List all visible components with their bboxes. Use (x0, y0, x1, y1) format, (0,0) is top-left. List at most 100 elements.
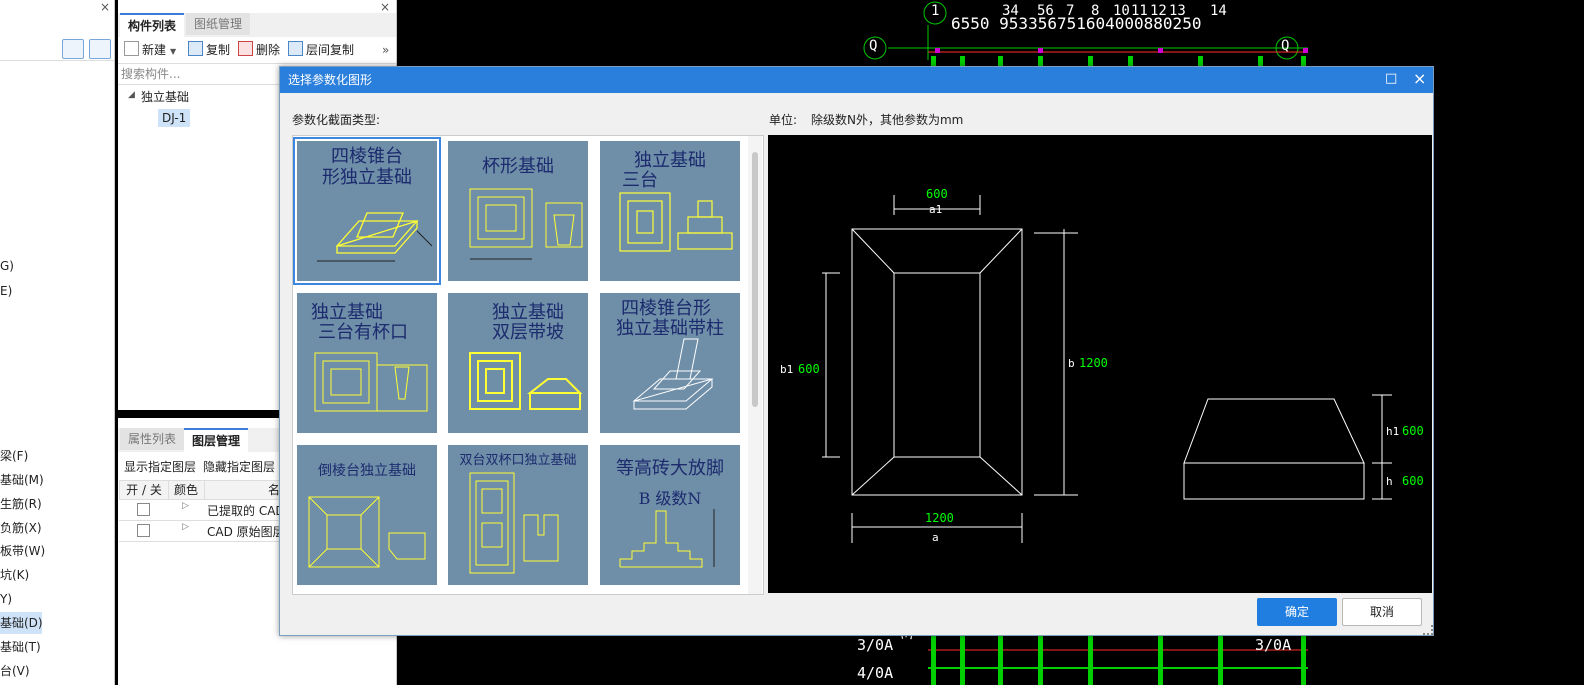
tree-root-isolated-foundation[interactable]: 独立基础 (141, 88, 189, 105)
nav-item-y[interactable]: Y) (0, 588, 12, 610)
cad-axis-label-10: 10 (1113, 3, 1130, 19)
layer-copy-button-label: 层间复制 (306, 43, 355, 57)
preview-h-value: 600 (1402, 474, 1424, 488)
preview-a-value: 1200 (925, 511, 954, 525)
thumbnail-title-line2: 双层带坡 (492, 322, 564, 343)
preview-a-label: a (932, 531, 939, 544)
dialog-title-bar[interactable]: 选择参数化图形 (280, 67, 1433, 93)
hide-layer-button[interactable]: 隐藏指定图层 (203, 458, 275, 475)
unit-description: 除级数N外，其他参数为mm (811, 113, 964, 127)
tree-expand-icon[interactable]: ◢ (128, 90, 135, 100)
cad-axis-label-1: 1 (931, 3, 940, 19)
copy-button[interactable]: 复制 (188, 40, 230, 60)
preview-a1-label: a1 (929, 203, 943, 216)
cad-axis-label-13: 13 (1169, 3, 1186, 19)
thumbnail-title-line1: 独立基础 (634, 150, 706, 171)
thumbnail-title-line2: 独立基础带柱 (616, 318, 724, 339)
thumbnail-title-line1: 四棱锥台 (331, 146, 403, 167)
thumbnail-title-line2: 三台有杯口 (318, 322, 408, 343)
shape-thumbnail-brick-footing[interactable]: 等高砖大放脚 B 级数N (600, 445, 740, 585)
list-view-icon[interactable] (62, 39, 84, 59)
cad-bottom-label-2: 4/0A (857, 664, 894, 682)
shape-thumbnail-three-tier-foundation[interactable]: 独立基础 三台 (600, 141, 740, 281)
thumbnail-title-line2: 三台 (622, 170, 658, 191)
nav-item-foundation-t[interactable]: 基础(T) (0, 636, 41, 658)
cad-axis-label-7: 7 (1066, 3, 1075, 19)
cad-q-label-right: Q (1281, 38, 1290, 54)
column-toggle: 开 / 关 (120, 481, 169, 499)
thumbnail-title-line1: 双台双杯口独立基础 (459, 453, 577, 468)
nav-item-pit[interactable]: 坑(K) (0, 564, 29, 586)
shape-thumbnail-three-tier-cup-foundation[interactable]: 独立基础 三台有杯口 (297, 293, 437, 433)
cad-axis-label-11: 11 (1131, 3, 1148, 19)
preview-b1-value: 600 (798, 362, 820, 376)
nav-item-e[interactable]: E) (0, 280, 12, 302)
preview-b-value: 1200 (1079, 356, 1108, 370)
toolbar-more-icon[interactable]: » (382, 40, 389, 60)
shape-thumbnail-inverted-frustum-foundation[interactable]: 倒棱台独立基础 (297, 445, 437, 585)
preview-h1-value: 600 (1402, 424, 1424, 438)
new-button[interactable]: 新建 ▼ (124, 40, 176, 60)
copy-icon (188, 41, 203, 56)
cad-axis-label-34: 34 (1002, 3, 1019, 19)
gallery-scrollbar-thumb[interactable] (752, 152, 758, 407)
preview-h-label: h (1386, 475, 1393, 488)
tab-layer-management[interactable]: 图层管理 (184, 428, 249, 452)
module-nav-panel: × G) E) 梁(F) 基础(M) 生筋(R) 负筋(X) 板带(W) 坑(K… (0, 0, 115, 685)
nav-item-g[interactable]: G) (0, 255, 14, 277)
layer-copy-button[interactable]: 层间复制 (288, 40, 354, 60)
shape-preview-pane: 600 a1 b1 600 b 1200 1200 a h1 600 h 600 (768, 135, 1432, 593)
thumbnail-title-line1: 独立基础 (492, 302, 564, 323)
shape-thumbnail-cup-foundation[interactable]: 杯形基础 (448, 141, 588, 281)
delete-button-label: 删除 (256, 43, 281, 57)
nav-separator (0, 60, 114, 61)
shape-thumbnail-double-cup-foundation[interactable]: 双台双杯口独立基础 (448, 445, 588, 585)
nav-item-rebar-r[interactable]: 生筋(R) (0, 493, 42, 515)
grid-view-icon[interactable] (89, 39, 111, 59)
expand-arrow-icon[interactable]: ▷ (182, 501, 189, 511)
thumbnail-title-line1: 等高砖大放脚 (616, 458, 724, 479)
tab-property-list[interactable]: 属性列表 (120, 428, 185, 450)
nav-panel-close-icon[interactable]: × (100, 0, 110, 14)
resize-grip-icon[interactable] (1423, 625, 1433, 635)
cad-axis-label-56: 56 (1037, 3, 1054, 19)
tab-drawing-management[interactable]: 图纸管理 (186, 13, 251, 35)
layer-visible-checkbox[interactable] (137, 524, 150, 537)
cad-bottom-label-1: 3/0A (857, 636, 894, 654)
layer-visible-checkbox[interactable] (137, 503, 150, 516)
maximize-icon[interactable]: □ (1385, 71, 1397, 86)
cad-axis-label-14: 14 (1210, 3, 1227, 19)
preview-h1-label: h1 (1386, 425, 1400, 438)
delete-button[interactable]: 删除 (238, 40, 280, 60)
nav-item-foundation-m[interactable]: 基础(M) (0, 469, 44, 491)
nav-item-beam[interactable]: 梁(F) (0, 445, 28, 467)
shape-thumbnail-pyramid-frustum-foundation[interactable]: 四棱锥台 形独立基础 (293, 137, 441, 285)
preview-a1-value: 600 (926, 187, 948, 201)
nav-item-platform[interactable]: 台(V) (0, 660, 30, 682)
shape-thumbnail-double-slope-foundation[interactable]: 独立基础 双层带坡 (448, 293, 588, 433)
component-panel-close-icon[interactable]: × (380, 0, 390, 14)
show-layer-button[interactable]: 显示指定图层 (124, 458, 196, 475)
thumbnail-title-line1: 杯形基础 (482, 156, 554, 177)
shape-thumbnail-pyramid-foundation-with-column[interactable]: 四棱锥台形 独立基础带柱 (600, 293, 740, 433)
cancel-button[interactable]: 取消 (1342, 598, 1422, 626)
layer-copy-icon (288, 41, 303, 56)
close-icon[interactable]: × (1413, 69, 1426, 88)
layer-name: 已提取的 CAD (207, 504, 285, 518)
nav-item-isolated-foundation[interactable]: 基础(D) (0, 612, 43, 634)
thumbnail-title-line1: 独立基础 (311, 302, 383, 323)
new-file-icon (124, 41, 139, 56)
expand-arrow-icon[interactable]: ▷ (182, 522, 189, 532)
dropdown-arrow-icon: ▼ (170, 47, 177, 56)
thumbnail-title-line2: 形独立基础 (322, 167, 412, 188)
delete-icon (238, 41, 253, 56)
ok-button[interactable]: 确定 (1257, 598, 1337, 626)
nav-item-slab-band[interactable]: 板带(W) (0, 540, 45, 562)
parametric-shape-dialog: 选择参数化图形 □ × 参数化截面类型: 单位: 除级数N外，其他参数为mm 四… (279, 66, 1434, 636)
nav-item-negative-rebar[interactable]: 负筋(X) (0, 517, 42, 539)
shape-gallery: 四棱锥台 形独立基础 杯形基础 独立基础 三台 独立基础 三台有杯口 独立基础 … (292, 135, 764, 595)
tab-component-list[interactable]: 构件列表 (120, 13, 185, 37)
cad-bottom-label-3: 3/0A (1255, 636, 1292, 654)
tree-item-dj-1[interactable]: DJ-1 (158, 109, 191, 127)
cad-axis-label-8: 8 (1091, 3, 1100, 19)
